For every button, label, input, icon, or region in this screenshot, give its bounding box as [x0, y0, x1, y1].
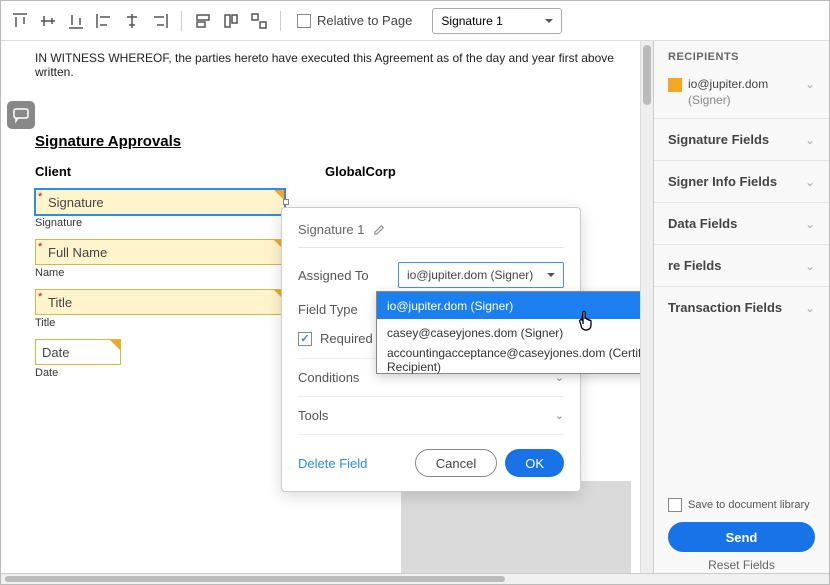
dropdown-option[interactable]: casey@caseyjones.dom (Signer)	[377, 319, 640, 346]
edit-icon[interactable]	[373, 223, 386, 236]
accordion-label: re Fields	[668, 258, 721, 273]
match-size-icon[interactable]	[248, 10, 270, 32]
align-top-icon[interactable]	[9, 10, 31, 32]
accordion-label: Data Fields	[668, 216, 737, 231]
resize-handle[interactable]	[283, 199, 289, 205]
signer-info-accordion[interactable]: Signer Info Fields ⌄	[654, 160, 829, 202]
assigned-to-select[interactable]: io@jupiter.dom (Signer)	[398, 262, 564, 288]
align-left-icon[interactable]	[93, 10, 115, 32]
match-height-icon[interactable]	[220, 10, 242, 32]
save-library-label: Save to document library	[688, 499, 810, 511]
popup-title-row: Signature 1	[298, 222, 564, 248]
transaction-fields-accordion[interactable]: Transaction Fields ⌄	[654, 286, 829, 328]
recipient-color-swatch	[668, 78, 682, 92]
chevron-down-icon: ⌄	[555, 409, 564, 422]
scrollbar-thumb[interactable]	[643, 45, 651, 105]
signature-selector-value: Signature 1	[441, 14, 502, 28]
delete-field-link[interactable]: Delete Field	[298, 456, 367, 471]
relative-to-page-toggle[interactable]: Relative to Page	[297, 13, 412, 28]
chevron-down-icon: ⌄	[805, 217, 815, 231]
chevron-down-icon: ⌄	[805, 175, 815, 189]
save-library-row[interactable]: Save to document library	[668, 498, 815, 512]
document-area: IN WITNESS WHEREOF, the parties hereto h…	[1, 41, 640, 584]
required-asterisk: *	[38, 241, 42, 253]
chevron-down-icon: ⌄	[805, 133, 815, 147]
field-corner-icon	[110, 340, 120, 350]
main-area: IN WITNESS WHEREOF, the parties hereto h…	[1, 41, 829, 584]
assigned-to-label: Assigned To	[298, 268, 398, 283]
dropdown-option[interactable]: accountingacceptance@caseyjones.dom (Cer…	[377, 346, 640, 373]
data-fields-accordion[interactable]: Data Fields ⌄	[654, 202, 829, 244]
accordion-label: Signer Info Fields	[668, 174, 777, 189]
checkbox-icon[interactable]	[668, 498, 682, 512]
witness-text: IN WITNESS WHEREOF, the parties hereto h…	[35, 51, 622, 79]
send-button[interactable]: Send	[668, 522, 815, 552]
popup-actions: Delete Field Cancel OK	[298, 449, 564, 477]
align-bottom-icon[interactable]	[65, 10, 87, 32]
align-middle-icon[interactable]	[37, 10, 59, 32]
cursor-pointer-icon	[576, 309, 600, 333]
name-label: Name	[35, 267, 285, 279]
accordion-label: Signature Fields	[668, 132, 769, 147]
required-label: Required	[320, 331, 373, 346]
globalcorp-title: GlobalCorp	[325, 164, 575, 179]
title-field[interactable]: * Title	[35, 289, 285, 315]
right-sidebar: RECIPIENTS io@jupiter.dom (Signer) ⌄ Sig…	[653, 41, 829, 584]
tools-label: Tools	[298, 408, 328, 423]
chevron-down-icon: ⌄	[805, 77, 815, 91]
chevron-down-icon: ⌄	[805, 259, 815, 273]
page-shadow	[401, 481, 631, 581]
signature-fields-accordion[interactable]: Signature Fields ⌄	[654, 118, 829, 160]
align-right-icon[interactable]	[149, 10, 171, 32]
signature-label: Signature	[35, 217, 285, 229]
toolbar-separator	[280, 11, 281, 31]
checkbox-icon	[297, 14, 311, 28]
recipient-item[interactable]: io@jupiter.dom (Signer) ⌄	[654, 73, 829, 118]
assigned-to-dropdown-menu: io@jupiter.dom (Signer) casey@caseyjones…	[376, 291, 640, 374]
signature-selector-dropdown[interactable]: Signature 1	[432, 8, 562, 34]
field-text: Title	[48, 295, 72, 310]
vertical-scrollbar[interactable]	[640, 41, 653, 584]
required-asterisk: *	[38, 291, 42, 303]
signature-field[interactable]: * Signature	[35, 189, 285, 215]
required-checkbox[interactable]: ✓	[298, 332, 312, 346]
fullname-field[interactable]: * Full Name	[35, 239, 285, 265]
accordion-label: Transaction Fields	[668, 300, 782, 315]
scrollbar-thumb[interactable]	[5, 576, 505, 582]
toolbar: Relative to Page Signature 1	[1, 1, 829, 41]
match-width-icon[interactable]	[192, 10, 214, 32]
ok-button[interactable]: OK	[505, 449, 564, 477]
assigned-to-row: Assigned To io@jupiter.dom (Signer)	[298, 262, 564, 288]
align-center-icon[interactable]	[121, 10, 143, 32]
date-field[interactable]: Date	[35, 339, 121, 365]
buttons-group: Cancel OK	[415, 449, 564, 477]
sidebar-bottom: Save to document library Send Reset Fiel…	[654, 488, 829, 584]
date-label: Date	[35, 367, 285, 379]
assigned-to-value: io@jupiter.dom (Signer)	[407, 268, 533, 282]
required-asterisk: *	[38, 191, 42, 203]
recipients-header: RECIPIENTS	[654, 41, 829, 73]
conditions-label: Conditions	[298, 370, 359, 385]
title-label: Title	[35, 317, 285, 329]
field-text: Signature	[48, 195, 104, 210]
comment-icon[interactable]	[7, 101, 35, 129]
recipient-role: (Signer)	[688, 93, 768, 109]
client-column: Client * Signature Signature * Full Name…	[35, 164, 285, 389]
reset-fields-link[interactable]: Reset Fields	[668, 558, 815, 572]
more-fields-accordion[interactable]: re Fields ⌄	[654, 244, 829, 286]
toolbar-separator	[181, 11, 182, 31]
cancel-button[interactable]: Cancel	[415, 449, 497, 477]
section-title: Signature Approvals	[35, 133, 622, 150]
recipient-email: io@jupiter.dom	[688, 77, 768, 91]
dropdown-option[interactable]: io@jupiter.dom (Signer)	[377, 292, 640, 319]
relative-to-page-label: Relative to Page	[317, 13, 412, 28]
chevron-down-icon: ⌄	[805, 301, 815, 315]
tools-accordion[interactable]: Tools ⌄	[298, 397, 564, 435]
horizontal-scrollbar[interactable]	[1, 573, 829, 584]
client-title: Client	[35, 164, 285, 179]
popup-title: Signature 1	[298, 222, 365, 237]
field-text: Full Name	[48, 245, 107, 260]
field-text: Date	[42, 345, 69, 360]
